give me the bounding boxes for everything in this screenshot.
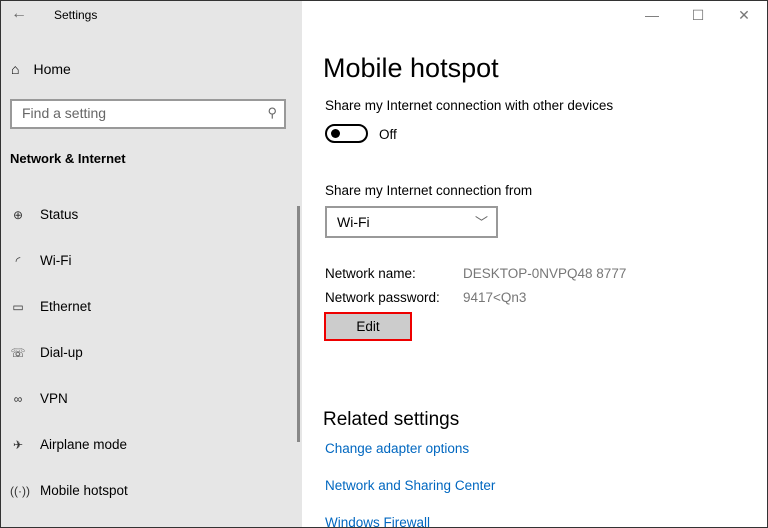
home-label: Home <box>33 61 71 77</box>
search-icon: ⚲ <box>267 105 277 120</box>
phone-icon: ☏ <box>10 345 26 360</box>
vpn-icon: ∞ <box>13 391 23 406</box>
wifi-icon: ◜ <box>15 253 21 268</box>
select-value: Wi-Fi <box>337 214 370 230</box>
nav-label: VPN <box>40 391 68 406</box>
nav-label: Dial-up <box>40 345 83 360</box>
window-controls: — ☐ ✕ <box>629 1 767 29</box>
settings-window: ← Settings ⌂ Home Find a setting ⚲ Network… <box>0 0 768 528</box>
section-heading: Network & Internet <box>10 151 126 166</box>
share-from-label: Share my Internet connection from <box>325 183 533 198</box>
nav-label: Airplane mode <box>40 437 128 452</box>
search-placeholder: Find a setting <box>22 105 107 121</box>
hotspot-icon: ((·)) <box>10 483 30 498</box>
network-name-value: DESKTOP-0NVPQ48 8777 <box>463 266 627 281</box>
page-title: Mobile hotspot <box>323 53 499 83</box>
main-panel: — ☐ ✕ Mobile hotspot Share my Internet c… <box>302 1 767 527</box>
sidebar-item-ethernet[interactable]: ▭ Ethernet <box>10 299 280 314</box>
link-network-sharing-center[interactable]: Network and Sharing Center <box>325 478 495 493</box>
hotspot-toggle[interactable] <box>325 124 368 143</box>
link-change-adapter-options[interactable]: Change adapter options <box>325 441 469 456</box>
sidebar-item-vpn[interactable]: ∞ VPN <box>10 391 280 406</box>
sidebar-item-dialup[interactable]: ☏ Dial-up <box>10 345 280 360</box>
toggle-state: Off <box>379 127 397 142</box>
ethernet-icon: ▭ <box>12 299 24 314</box>
nav-label: Status <box>40 207 79 222</box>
chevron-down-icon: ﹀ <box>474 215 488 230</box>
search-input[interactable]: Find a setting ⚲ <box>10 99 286 129</box>
sidebar-item-airplane[interactable]: ✈ Airplane mode <box>10 437 280 452</box>
maximize-button[interactable]: ☐ <box>675 1 721 29</box>
related-settings-heading: Related settings <box>323 409 460 430</box>
network-password-label: Network password: <box>325 290 440 305</box>
network-password-value: 9417<Qn3 <box>463 290 527 305</box>
link-windows-firewall[interactable]: Windows Firewall <box>325 515 430 527</box>
sidebar-scrollbar[interactable] <box>297 206 300 442</box>
sidebar-item-mobile-hotspot[interactable]: ((·)) Mobile hotspot <box>10 483 280 498</box>
sidebar-home[interactable]: ⌂ Home <box>11 61 71 77</box>
globe-monitor-icon: ⊕ <box>12 207 24 222</box>
close-button[interactable]: ✕ <box>721 1 767 29</box>
airplane-icon: ✈ <box>12 437 24 452</box>
sidebar: ← Settings ⌂ Home Find a setting ⚲ Network… <box>1 1 302 527</box>
sidebar-item-wifi[interactable]: ◜ Wi-Fi <box>10 253 280 268</box>
share-label: Share my Internet connection with other … <box>325 98 614 113</box>
home-icon: ⌂ <box>11 61 20 77</box>
app-title: Settings <box>54 8 98 22</box>
connection-select[interactable]: Wi-Fi ﹀ <box>325 206 498 238</box>
back-arrow-icon[interactable]: ← <box>11 5 27 23</box>
nav-label: Wi-Fi <box>40 253 72 268</box>
nav-label: Ethernet <box>40 299 92 314</box>
network-name-label: Network name: <box>325 266 416 281</box>
nav-label: Mobile hotspot <box>40 483 128 498</box>
sidebar-item-status[interactable]: ⊕ Status <box>10 207 280 222</box>
minimize-button[interactable]: — <box>629 1 675 29</box>
edit-button[interactable]: Edit <box>324 312 412 341</box>
